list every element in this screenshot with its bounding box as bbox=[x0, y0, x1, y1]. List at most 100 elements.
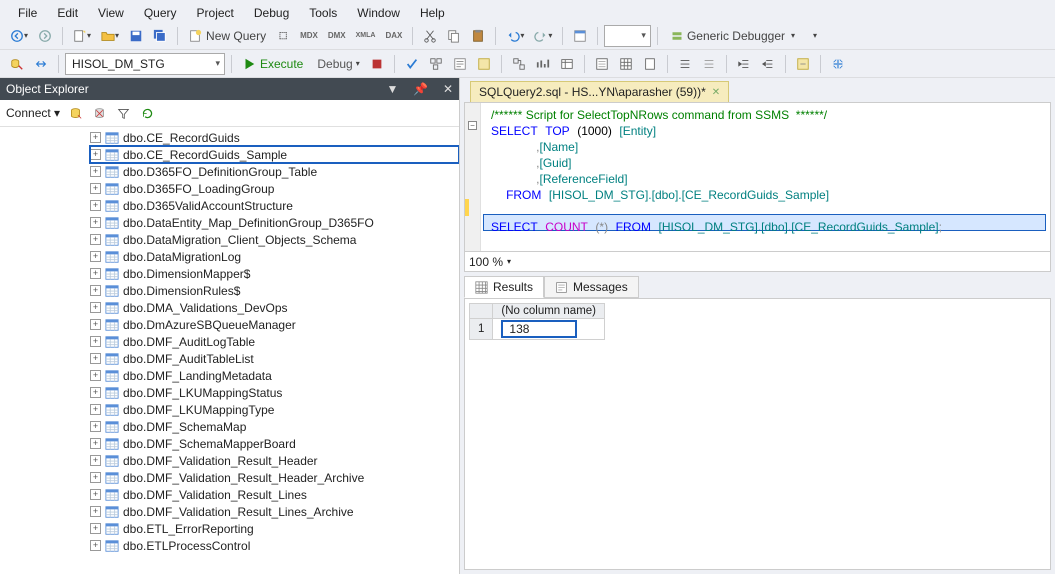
expand-icon[interactable]: + bbox=[90, 302, 101, 313]
live-stats-button[interactable] bbox=[532, 53, 554, 75]
refresh-button[interactable] bbox=[138, 104, 156, 122]
expand-icon[interactable]: + bbox=[90, 183, 101, 194]
save-button[interactable] bbox=[125, 25, 147, 47]
results-tab[interactable]: Results bbox=[464, 276, 544, 298]
table-node[interactable]: +dbo.DMF_Validation_Result_Header bbox=[90, 452, 459, 469]
open-button[interactable]: ▾ bbox=[97, 25, 123, 47]
intellisense-button[interactable] bbox=[473, 53, 495, 75]
connection-button[interactable] bbox=[6, 53, 28, 75]
menu-edit[interactable]: Edit bbox=[47, 4, 88, 22]
expand-icon[interactable]: + bbox=[90, 251, 101, 262]
object-tree[interactable]: +dbo.CE_RecordGuids+dbo.CE_RecordGuids_S… bbox=[0, 127, 459, 574]
menu-file[interactable]: File bbox=[8, 4, 47, 22]
close-tab-icon[interactable]: ✕ bbox=[712, 87, 720, 98]
table-node[interactable]: +dbo.D365FO_LoadingGroup bbox=[90, 180, 459, 197]
expand-icon[interactable]: + bbox=[90, 472, 101, 483]
expand-icon[interactable]: + bbox=[90, 166, 101, 177]
table-node[interactable]: +dbo.D365ValidAccountStructure bbox=[90, 197, 459, 214]
redo-button[interactable]: ▾ bbox=[530, 25, 556, 47]
table-node[interactable]: +dbo.DMF_AuditTableList bbox=[90, 350, 459, 367]
copy-button[interactable] bbox=[443, 25, 465, 47]
comment-button[interactable] bbox=[674, 53, 696, 75]
mdx-button[interactable]: ⬚ bbox=[272, 25, 294, 47]
paste-button[interactable] bbox=[467, 25, 489, 47]
undo-button[interactable]: ▾ bbox=[502, 25, 528, 47]
specify-values-button[interactable] bbox=[792, 53, 814, 75]
dmx-button[interactable]: DMX bbox=[324, 25, 350, 47]
save-all-button[interactable] bbox=[149, 25, 171, 47]
fold-toggle-icon[interactable]: − bbox=[468, 121, 477, 130]
expand-icon[interactable]: + bbox=[90, 353, 101, 364]
expand-icon[interactable]: + bbox=[90, 200, 101, 211]
table-node[interactable]: +dbo.ETL_ErrorReporting bbox=[90, 520, 459, 537]
table-node[interactable]: +dbo.ETLProcessControl bbox=[90, 537, 459, 554]
include-plan-button[interactable] bbox=[508, 53, 530, 75]
column-header[interactable]: (No column name) bbox=[493, 304, 605, 319]
results-grid[interactable]: (No column name) 1138 bbox=[464, 298, 1051, 570]
database-combo[interactable]: HISOL_DM_STG▾ bbox=[65, 53, 225, 75]
expand-icon[interactable]: + bbox=[90, 132, 101, 143]
expand-icon[interactable]: + bbox=[90, 387, 101, 398]
expand-icon[interactable]: + bbox=[90, 421, 101, 432]
sql-editor[interactable]: − /****** Script for SelectTopNRows comm… bbox=[464, 102, 1051, 252]
new-query-button[interactable]: New Query bbox=[184, 25, 270, 47]
expand-icon[interactable]: + bbox=[90, 336, 101, 347]
results-text-button[interactable] bbox=[591, 53, 613, 75]
expand-icon[interactable]: + bbox=[90, 540, 101, 551]
expand-icon[interactable]: + bbox=[90, 217, 101, 228]
debugger-opts-button[interactable]: ▾ bbox=[804, 25, 826, 47]
expand-icon[interactable]: + bbox=[90, 285, 101, 296]
menu-query[interactable]: Query bbox=[134, 4, 187, 22]
expand-icon[interactable]: + bbox=[90, 268, 101, 279]
zoom-bar[interactable]: 100 %▾ bbox=[464, 252, 1051, 272]
panel-pin-icon[interactable]: 📌 bbox=[413, 82, 428, 96]
table-node[interactable]: +dbo.DMF_Validation_Result_Lines_Archive bbox=[90, 503, 459, 520]
client-stats-button[interactable] bbox=[556, 53, 578, 75]
expand-icon[interactable]: + bbox=[90, 438, 101, 449]
indent-button[interactable] bbox=[733, 53, 755, 75]
dax-button[interactable]: DAX bbox=[381, 25, 406, 47]
menu-view[interactable]: View bbox=[88, 4, 134, 22]
results-file-button[interactable] bbox=[639, 53, 661, 75]
table-node[interactable]: +dbo.DMF_SchemaMap bbox=[90, 418, 459, 435]
expand-icon[interactable]: + bbox=[90, 370, 101, 381]
parse-button[interactable] bbox=[401, 53, 423, 75]
query-options-button[interactable] bbox=[449, 53, 471, 75]
table-node[interactable]: +dbo.DataEntity_Map_DefinitionGroup_D365… bbox=[90, 214, 459, 231]
result-cell[interactable]: 138 bbox=[493, 319, 605, 340]
expand-icon[interactable]: + bbox=[90, 234, 101, 245]
mdx2-button[interactable]: MDX bbox=[296, 25, 322, 47]
menu-project[interactable]: Project bbox=[187, 4, 244, 22]
table-node[interactable]: +dbo.DataMigrationLog bbox=[90, 248, 459, 265]
estimated-plan-button[interactable] bbox=[425, 53, 447, 75]
table-node[interactable]: +dbo.DMF_LandingMetadata bbox=[90, 367, 459, 384]
table-node[interactable]: +dbo.DMF_SchemaMapperBoard bbox=[90, 435, 459, 452]
menu-tools[interactable]: Tools bbox=[299, 4, 347, 22]
results-grid-button[interactable] bbox=[615, 53, 637, 75]
nav-fwd-button[interactable] bbox=[34, 25, 56, 47]
uncomment-button[interactable] bbox=[698, 53, 720, 75]
expand-icon[interactable]: + bbox=[90, 319, 101, 330]
disconnect-button[interactable] bbox=[66, 104, 84, 122]
table-node[interactable]: +dbo.DMF_AuditLogTable bbox=[90, 333, 459, 350]
table-node[interactable]: +dbo.D365FO_DefinitionGroup_Table bbox=[90, 163, 459, 180]
table-node[interactable]: +dbo.CE_RecordGuids_Sample bbox=[90, 146, 459, 163]
document-tab[interactable]: SQLQuery2.sql - HS...YN\aparasher (59))*… bbox=[470, 81, 729, 102]
table-node[interactable]: +dbo.DMF_LKUMappingType bbox=[90, 401, 459, 418]
expand-icon[interactable]: + bbox=[90, 523, 101, 534]
table-node[interactable]: +dbo.DMA_Validations_DevOps bbox=[90, 299, 459, 316]
panel-dropdown-icon[interactable]: ▼ bbox=[387, 82, 399, 96]
nav-back-button[interactable]: ▾ bbox=[6, 25, 32, 47]
table-node[interactable]: +dbo.DimensionRules$ bbox=[90, 282, 459, 299]
disconnect-all-button[interactable] bbox=[90, 104, 108, 122]
xmla-button[interactable]: XMLA bbox=[352, 25, 380, 47]
filter-button[interactable] bbox=[114, 104, 132, 122]
messages-tab[interactable]: Messages bbox=[544, 276, 639, 298]
menu-debug[interactable]: Debug bbox=[244, 4, 299, 22]
change-connection-button[interactable] bbox=[30, 53, 52, 75]
expand-icon[interactable]: + bbox=[90, 489, 101, 500]
debug-button[interactable]: Debug▾ bbox=[309, 53, 363, 75]
new-item-button[interactable]: ▾ bbox=[69, 25, 95, 47]
debugger-dropdown[interactable]: Generic Debugger▾ bbox=[664, 25, 802, 47]
panel-close-icon[interactable]: ✕ bbox=[443, 82, 453, 96]
